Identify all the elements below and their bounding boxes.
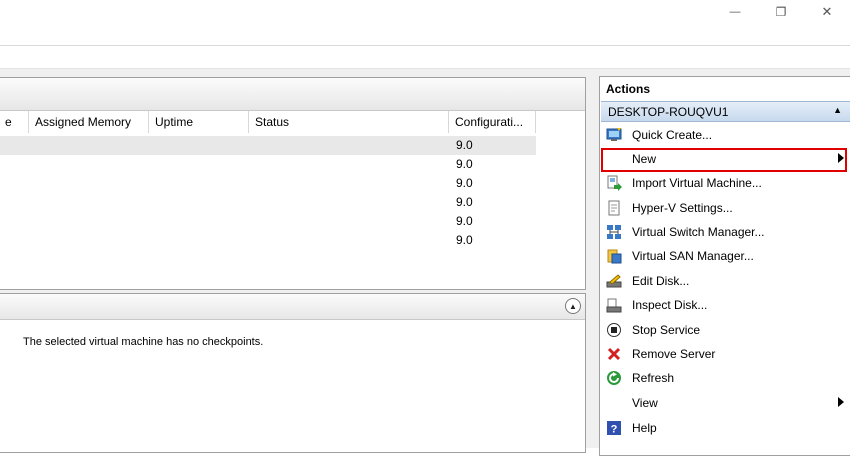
config-version-cell[interactable]: 9.0 bbox=[456, 136, 473, 155]
no-checkpoints-message: The selected virtual machine has no chec… bbox=[23, 336, 264, 348]
config-version-cell[interactable]: 9.0 bbox=[456, 174, 473, 193]
checkpoints-header: ▲ bbox=[0, 294, 585, 320]
column-header-uptime[interactable]: Uptime bbox=[149, 111, 249, 133]
config-version-cell[interactable]: 9.0 bbox=[456, 212, 473, 231]
action-edit-disk[interactable]: Edit Disk... bbox=[601, 270, 850, 293]
title-bar: — ❐ ✕ bbox=[0, 0, 850, 45]
svg-text:?: ? bbox=[611, 424, 618, 436]
restore-icon: ❐ bbox=[775, 5, 787, 19]
minimize-icon: — bbox=[729, 6, 741, 18]
actions-panel: Actions DESKTOP-ROUQVU1 ▲ Quick Create..… bbox=[599, 76, 850, 456]
submenu-arrow-icon bbox=[838, 397, 844, 407]
action-virtual-san-manager[interactable]: Virtual SAN Manager... bbox=[601, 245, 850, 268]
collapse-button[interactable]: ▲ bbox=[565, 298, 581, 314]
stop-service-icon bbox=[606, 322, 622, 338]
settings-doc-icon bbox=[606, 200, 622, 216]
quick-create-icon bbox=[606, 127, 622, 143]
checkpoints-panel: ▲ The selected virtual machine has no ch… bbox=[0, 293, 586, 453]
switch-manager-icon bbox=[606, 224, 622, 240]
inspect-disk-icon bbox=[606, 297, 622, 313]
actions-section-header[interactable]: DESKTOP-ROUQVU1 ▲ bbox=[601, 101, 850, 122]
remove-x-icon bbox=[606, 346, 622, 362]
column-header-status[interactable]: Status bbox=[249, 111, 449, 133]
action-import-virtual-machine[interactable]: Import Virtual Machine... bbox=[601, 172, 850, 195]
server-name: DESKTOP-ROUQVU1 bbox=[608, 105, 729, 119]
collapse-up-icon: ▲ bbox=[569, 301, 577, 311]
action-refresh[interactable]: Refresh bbox=[601, 367, 850, 390]
actions-title: Actions bbox=[606, 82, 651, 96]
config-version-cell[interactable]: 9.0 bbox=[456, 155, 473, 174]
action-quick-create[interactable]: Quick Create... bbox=[601, 124, 850, 147]
column-header-assigned-memory[interactable]: Assigned Memory bbox=[29, 111, 149, 133]
virtual-machines-panel: e Assigned Memory Uptime Status Configur… bbox=[0, 77, 586, 290]
import-vm-icon bbox=[606, 175, 622, 191]
refresh-icon bbox=[606, 370, 622, 386]
config-version-cell[interactable]: 9.0 bbox=[456, 231, 473, 250]
action-help[interactable]: ? Help bbox=[601, 417, 850, 440]
column-header-configuration[interactable]: Configurati... bbox=[449, 111, 536, 133]
action-remove-server[interactable]: Remove Server bbox=[601, 343, 850, 366]
minimize-button[interactable]: — bbox=[712, 0, 758, 24]
config-version-cell[interactable]: 9.0 bbox=[456, 193, 473, 212]
collapse-section-icon: ▲ bbox=[833, 105, 842, 115]
action-stop-service[interactable]: Stop Service bbox=[601, 319, 850, 342]
action-virtual-switch-manager[interactable]: Virtual Switch Manager... bbox=[601, 221, 850, 244]
san-manager-icon bbox=[606, 248, 622, 264]
action-new[interactable]: New bbox=[601, 148, 850, 171]
help-icon: ? bbox=[606, 420, 622, 436]
edit-disk-icon bbox=[606, 273, 622, 289]
close-icon: ✕ bbox=[821, 4, 833, 19]
action-inspect-disk[interactable]: Inspect Disk... bbox=[601, 294, 850, 317]
restore-button[interactable]: ❐ bbox=[758, 0, 804, 24]
vm-panel-header bbox=[0, 78, 585, 111]
toolbar bbox=[0, 46, 850, 68]
column-header-name[interactable]: e bbox=[0, 111, 29, 133]
action-hyperv-settings[interactable]: Hyper-V Settings... bbox=[601, 197, 850, 220]
action-view[interactable]: View bbox=[601, 392, 850, 415]
submenu-arrow-icon bbox=[838, 153, 844, 163]
close-button[interactable]: ✕ bbox=[804, 0, 850, 24]
